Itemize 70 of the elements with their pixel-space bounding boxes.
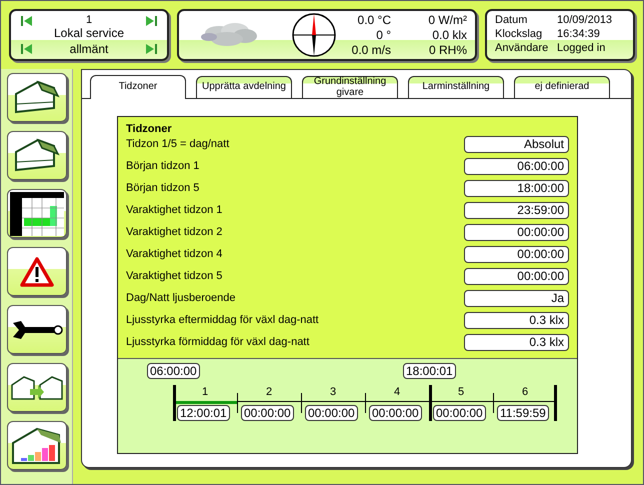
- setting-value[interactable]: 00:00:00: [464, 224, 569, 241]
- sidebar-button[interactable]: [6, 421, 66, 470]
- sidebar-button[interactable]: [6, 189, 66, 238]
- sidebar-button[interactable]: [6, 131, 66, 180]
- setting-value[interactable]: Absolut: [464, 136, 569, 153]
- sidebar-button[interactable]: [6, 73, 66, 122]
- setting-value[interactable]: 23:59:00: [464, 202, 569, 219]
- previous-icon[interactable]: [21, 16, 33, 26]
- chart-icon: [10, 192, 64, 236]
- setting-label: Ljusstyrka förmiddag för växl dag-natt: [126, 335, 310, 350]
- setting-label: Varaktighet tidzon 5: [126, 269, 222, 284]
- tab[interactable]: Tidzoner: [90, 75, 186, 99]
- setting-value[interactable]: 0.3 klx: [464, 334, 569, 351]
- status-label: Klockslag: [495, 27, 544, 41]
- setting-value[interactable]: 06:00:00: [464, 158, 569, 175]
- warning-icon: [20, 256, 54, 286]
- segment-number: 2: [264, 386, 274, 398]
- segment-duration[interactable]: 00:00:00: [433, 404, 486, 420]
- next-icon[interactable]: [145, 44, 157, 54]
- wind-direction-reading: 0 °: [375, 28, 391, 42]
- segment-number: 6: [520, 386, 530, 398]
- compass-icon: [291, 12, 337, 58]
- segment-duration[interactable]: 11:59:59: [497, 404, 549, 420]
- humidity-reading: 0 RH%: [428, 42, 467, 58]
- sidebar-button[interactable]: [6, 247, 66, 296]
- status-label: Användare: [495, 41, 550, 55]
- sidebar-button[interactable]: [6, 363, 66, 412]
- section-subtitle: allmänt: [70, 41, 108, 58]
- previous-icon[interactable]: [21, 44, 33, 54]
- setting-label: Varaktighet tidzon 4: [126, 247, 222, 262]
- setting-label: Ljusstyrka eftermiddag för växl dag-natt: [126, 313, 319, 328]
- sidebar-button[interactable]: [6, 305, 66, 354]
- setting-value[interactable]: 00:00:00: [464, 246, 569, 263]
- setting-label: Tidzon 1/5 = dag/natt: [126, 137, 230, 152]
- section-number: 1: [86, 14, 92, 27]
- light-reading: 0.0 klx: [431, 28, 467, 42]
- radiation-reading: 0 W/m²: [427, 12, 467, 28]
- setting-label: Början tidzon 5: [126, 181, 200, 196]
- panel-title: Tidzoner: [126, 122, 173, 137]
- section-title: Lokal service: [52, 27, 126, 40]
- setting-value[interactable]: 18:00:00: [464, 180, 569, 197]
- segment-duration[interactable]: 00:00:00: [369, 404, 422, 420]
- segment-number: 5: [456, 386, 466, 398]
- tab[interactable]: Upprätta avdelning: [196, 76, 292, 98]
- setting-label: Dag/Natt ljusberoende: [126, 291, 236, 306]
- setting-label: Början tidzon 1: [126, 159, 200, 174]
- wrench-icon: [10, 318, 62, 340]
- segment-duration[interactable]: 00:00:00: [241, 404, 294, 420]
- setting-label: Varaktighet tidzon 1: [126, 203, 222, 218]
- tab[interactable]: ej definierad: [514, 76, 610, 98]
- segment-duration[interactable]: 12:00:01: [177, 404, 230, 420]
- timeline-marker[interactable]: 18:00:01: [403, 362, 456, 378]
- setting-value[interactable]: 0.3 klx: [464, 312, 569, 329]
- tab[interactable]: Larminställning: [408, 76, 504, 98]
- segment-number: 3: [328, 386, 338, 398]
- setting-value[interactable]: Ja: [464, 290, 569, 307]
- next-icon[interactable]: [145, 16, 157, 26]
- tab[interactable]: Grundinställning givare: [302, 76, 398, 98]
- setting-value[interactable]: 00:00:00: [464, 268, 569, 285]
- status-value: 16:34:39: [557, 27, 601, 41]
- status-label: Datum: [495, 13, 528, 27]
- status-value: Logged in: [557, 41, 606, 55]
- segment-number: 4: [392, 386, 402, 398]
- status-value: 10/09/2013: [557, 13, 614, 27]
- timeline-marker[interactable]: 06:00:00: [147, 362, 200, 378]
- segment-number: 1: [200, 386, 210, 398]
- temperature-reading: 0.0 °C: [356, 12, 391, 28]
- wind-speed-reading: 0.0 m/s: [352, 42, 391, 58]
- setting-label: Varaktighet tidzon 2: [126, 225, 222, 240]
- segment-duration[interactable]: 00:00:00: [305, 404, 358, 420]
